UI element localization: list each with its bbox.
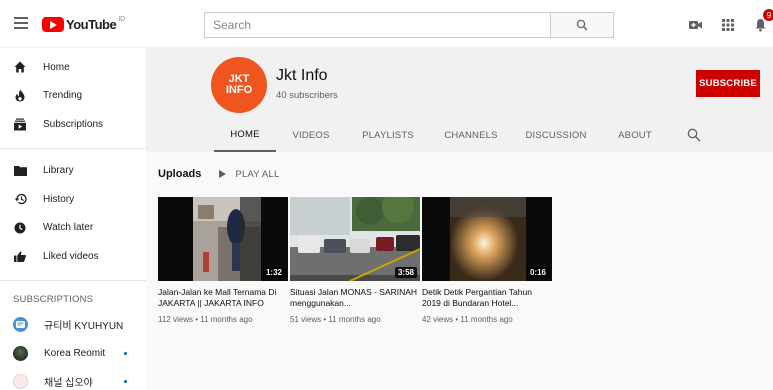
tab-discussion[interactable]: DISCUSSION xyxy=(525,119,586,152)
subscribe-button[interactable]: SUBSCRIBE xyxy=(696,70,760,97)
history-icon xyxy=(13,192,27,206)
sidebar-item-trending[interactable]: Trending xyxy=(0,82,146,111)
play-all-button[interactable]: PLAY ALL xyxy=(219,169,279,180)
logo-country-code: ID xyxy=(118,15,126,23)
watch-later-icon xyxy=(13,221,27,235)
tab-home[interactable]: HOME xyxy=(214,119,276,152)
video-duration: 1:32 xyxy=(262,267,285,278)
top-bar: YouTube ID 9 xyxy=(0,0,773,48)
avatar-text-line2: INFO xyxy=(225,84,253,96)
video-meta: 51 views • 11 months ago xyxy=(290,315,381,324)
search-input[interactable] xyxy=(204,12,550,38)
sidebar-item-label: Library xyxy=(43,165,74,177)
apps-grid-icon xyxy=(722,19,734,31)
subscription-item[interactable]: 규티비 KYUHYUN xyxy=(0,311,146,340)
sidebar-divider xyxy=(0,279,146,281)
sidebar-item-subscriptions[interactable]: Subscriptions xyxy=(0,110,146,139)
youtube-play-icon xyxy=(42,16,64,32)
sidebar-item-home[interactable]: Home xyxy=(0,53,146,82)
channel-header: JKT INFO Jkt Info 40 subscribers SUBSCRI… xyxy=(146,48,773,152)
video-thumbnail[interactable]: 0:16 xyxy=(422,197,552,281)
sidebar-item-label: Liked videos xyxy=(43,250,99,262)
main-content: JKT INFO Jkt Info 40 subscribers SUBSCRI… xyxy=(146,48,773,390)
channel-name: Jkt Info xyxy=(276,67,328,84)
logo-text: YouTube xyxy=(66,16,117,32)
sidebar-item-label: Trending xyxy=(43,90,83,102)
subscription-label: 규티비 KYUHYUN xyxy=(44,321,124,333)
notification-badge: 9 xyxy=(763,9,773,21)
new-content-dot xyxy=(124,351,127,355)
apps-button[interactable] xyxy=(715,12,741,38)
menu-icon[interactable] xyxy=(14,17,28,29)
tab-playlists[interactable]: PLAYLISTS xyxy=(359,119,417,152)
sidebar-item-label: Subscriptions xyxy=(43,118,104,130)
video-title[interactable]: Jalan-Jalan ke Mall Ternama Di JAKARTA |… xyxy=(158,287,288,309)
search-button[interactable] xyxy=(550,12,614,38)
sidebar-divider xyxy=(0,147,146,149)
create-video-button[interactable] xyxy=(683,12,709,38)
search-icon xyxy=(687,128,701,142)
channel-avatar xyxy=(13,317,28,333)
video-duration: 3:58 xyxy=(394,267,417,278)
notifications-button[interactable]: 9 xyxy=(747,9,773,38)
library-icon xyxy=(13,164,27,178)
subscriber-count: 40 subscribers xyxy=(276,90,338,101)
sidebar-item-label: Home xyxy=(43,61,70,73)
subscriptions-heading: SUBSCRIPTIONS xyxy=(13,294,94,305)
tab-about[interactable]: ABOUT xyxy=(614,119,656,152)
subscriptions-icon xyxy=(13,117,27,131)
play-icon xyxy=(219,170,227,178)
sidebar-item-liked-videos[interactable]: Liked videos xyxy=(0,242,146,271)
video-card[interactable]: 0:16 Detik Detik Pergantian Tahun 2019 d… xyxy=(422,197,552,324)
sidebar-item-label: Watch later xyxy=(43,222,94,234)
bell-icon xyxy=(755,19,765,32)
search-bar xyxy=(204,12,614,38)
tab-videos[interactable]: VIDEOS xyxy=(288,119,334,152)
subscription-item[interactable]: 채널 십오야 xyxy=(0,368,146,390)
channel-avatar xyxy=(13,374,28,390)
subscription-item[interactable]: Korea Reomit xyxy=(0,339,146,368)
sidebar-item-history[interactable]: History xyxy=(0,185,146,214)
video-title[interactable]: Situasi Jalan MONAS - SARINAH menggunaka… xyxy=(290,287,420,309)
search-icon xyxy=(576,19,588,31)
play-all-label: PLAY ALL xyxy=(235,168,280,180)
channel-avatar-large[interactable]: JKT INFO xyxy=(211,57,267,113)
video-thumbnail[interactable]: 1:32 xyxy=(158,197,288,281)
subscription-label: 채널 십오야 xyxy=(44,378,93,390)
home-icon xyxy=(13,60,27,74)
uploads-header: Uploads PLAY ALL xyxy=(158,166,279,182)
uploads-title[interactable]: Uploads xyxy=(158,168,201,180)
trending-icon xyxy=(13,89,27,103)
new-content-dot xyxy=(124,380,127,384)
video-meta: 42 views • 11 months ago xyxy=(422,315,513,324)
video-card[interactable]: 1:32 Jalan-Jalan ke Mall Ternama Di JAKA… xyxy=(158,197,288,324)
thumbs-up-icon xyxy=(13,249,27,263)
sidebar: Home Trending Subscriptions Library Hist… xyxy=(0,48,146,390)
video-camera-icon xyxy=(689,21,702,29)
video-duration: 0:16 xyxy=(526,267,549,278)
youtube-logo[interactable]: YouTube ID xyxy=(42,14,125,34)
sidebar-item-watch-later[interactable]: Watch later xyxy=(0,214,146,243)
sidebar-item-label: History xyxy=(43,193,75,205)
sidebar-item-library[interactable]: Library xyxy=(0,157,146,186)
video-card[interactable]: 3:58 Situasi Jalan MONAS - SARINAH mengg… xyxy=(290,197,420,324)
video-title[interactable]: Detik Detik Pergantian Tahun 2019 di Bun… xyxy=(422,287,552,309)
video-thumbnail[interactable]: 3:58 xyxy=(290,197,420,281)
video-meta: 112 views • 11 months ago xyxy=(158,315,253,324)
channel-tabs: HOME VIDEOS PLAYLISTS CHANNELS DISCUSSIO… xyxy=(146,119,773,152)
channel-search-button[interactable] xyxy=(687,128,701,142)
tab-channels[interactable]: CHANNELS xyxy=(442,119,500,152)
channel-avatar xyxy=(13,345,28,361)
subscription-label: Korea Reomit xyxy=(44,347,106,359)
header-actions: 9 xyxy=(677,9,773,38)
